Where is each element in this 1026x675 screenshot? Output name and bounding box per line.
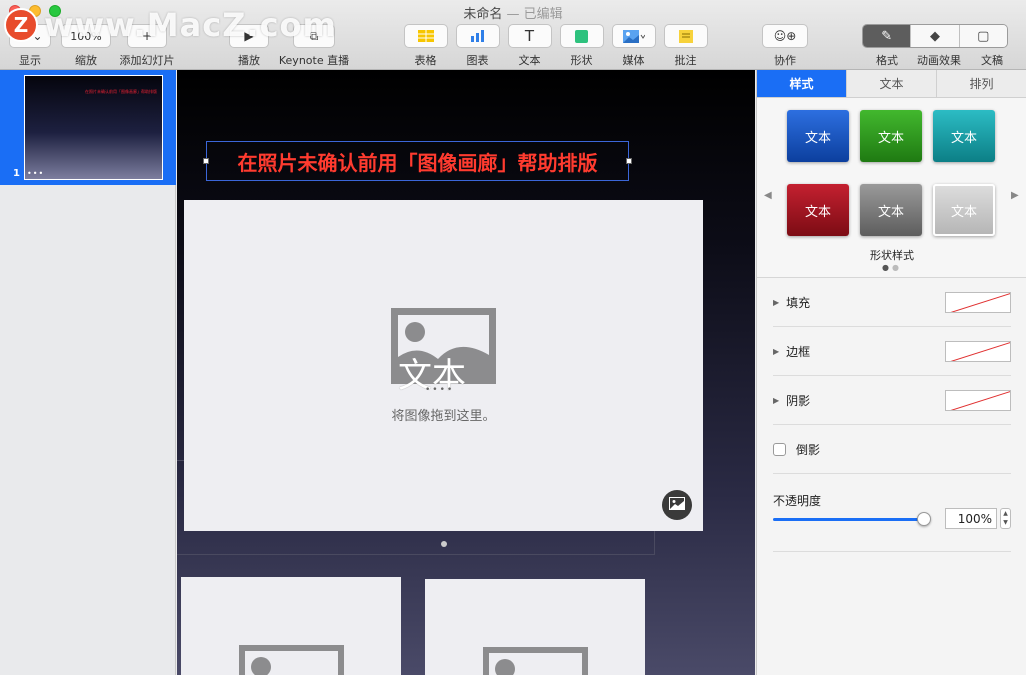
inspector-tabs: 样式 文本 排列 <box>757 70 1026 98</box>
disclosure-triangle-icon[interactable]: ▶ <box>773 347 779 356</box>
slide-more-dots[interactable]: ••• <box>27 169 44 178</box>
comment-icon <box>663 24 708 48</box>
watermark-text: www.MacZ.com <box>44 6 337 44</box>
shape-button[interactable]: 形状 <box>559 24 604 68</box>
slide-number: 1 <box>13 168 20 179</box>
text-button[interactable]: T 文本 <box>507 24 552 68</box>
image-placeholder-icon <box>239 645 344 675</box>
style-swatch-1[interactable]: 文本 <box>787 110 849 162</box>
fill-row[interactable]: ▶ 填充 <box>773 279 1011 327</box>
thumbnail-title: 在照片未确认前用「图像画廊」帮助排版 <box>85 89 157 94</box>
style-swatch-2[interactable]: 文本 <box>860 110 922 162</box>
placeholder-caption: 将图像拖到这里。 <box>391 409 496 424</box>
disclosure-triangle-icon[interactable]: ▶ <box>773 298 779 307</box>
watermark-logo: Z <box>4 8 38 42</box>
document-icon: ▢ <box>977 28 990 44</box>
animate-label: 动画效果 <box>917 54 961 67</box>
shadow-label: 阴影 <box>786 394 811 408</box>
zoom-label: 缩放 <box>75 54 97 67</box>
inspector-segmented-control: ✎ ◆ ▢ <box>862 24 1008 48</box>
media-button[interactable]: 媒体 <box>611 24 656 68</box>
chevron-right-icon[interactable]: ▶ <box>1011 190 1019 201</box>
paintbrush-icon: ✎ <box>881 28 893 44</box>
shadow-color-well[interactable] <box>945 390 1011 411</box>
media-icon <box>611 24 656 48</box>
comment-label: 批注 <box>674 54 697 67</box>
watermark: Z www.MacZ.com <box>4 6 337 44</box>
image-placeholder-icon <box>483 647 588 675</box>
play-label: 播放 <box>238 54 260 67</box>
slide-title-box[interactable]: 在照片未确认前用「图像画廊」帮助排版 <box>206 141 629 181</box>
animate-tab-button[interactable]: ◆ <box>911 25 960 47</box>
keynote-live-label: Keynote 直播 <box>278 54 350 67</box>
style-swatch-3[interactable]: 文本 <box>933 110 995 162</box>
slide-title: 在照片未确认前用「图像画廊」帮助排版 <box>237 150 598 175</box>
collaborate-button[interactable]: ☺⊕ 协作 <box>761 24 809 68</box>
tab-style[interactable]: 样式 <box>757 70 847 97</box>
opacity-field[interactable]: 100% <box>945 508 997 529</box>
fill-color-well[interactable] <box>945 292 1011 313</box>
opacity-label: 不透明度 <box>773 494 822 508</box>
fill-label: 填充 <box>786 296 811 310</box>
format-inspector: 样式 文本 排列 ◀ ▶ 文本 文本 文本 文本 文本 文本 形状样式 ●● ▶… <box>756 70 1026 675</box>
style-swatch-4[interactable]: 文本 <box>787 184 849 236</box>
collaborate-icon: ☺⊕ <box>762 24 808 48</box>
chart-button[interactable]: 图表 <box>455 24 500 68</box>
reflection-label: 倒影 <box>796 443 821 457</box>
shadow-row[interactable]: ▶ 阴影 <box>773 377 1011 425</box>
media-label: 媒体 <box>622 54 645 67</box>
add-slide-label: 添加幻灯片 <box>119 54 175 67</box>
style-swatch-6[interactable]: 文本 <box>933 184 995 236</box>
chart-icon <box>455 24 500 48</box>
format-tab-button[interactable]: ✎ <box>863 25 912 47</box>
tab-arrange[interactable]: 排列 <box>937 70 1026 97</box>
selection-center-handle[interactable] <box>441 541 447 547</box>
format-label: 格式 <box>876 54 898 67</box>
text-icon: T <box>507 24 552 48</box>
image-placeholder-2[interactable] <box>181 577 401 675</box>
opacity-slider-track[interactable] <box>773 518 925 521</box>
page-dots[interactable]: ●● <box>882 263 902 272</box>
text-label: 文本 <box>518 54 541 67</box>
comment-button[interactable]: 批注 <box>663 24 708 68</box>
image-placeholder-main[interactable]: 文本 •••• 将图像拖到这里。 <box>184 200 703 531</box>
styles-caption: 形状样式 <box>870 249 914 262</box>
opacity-slider-knob[interactable] <box>917 512 931 526</box>
slide-thumbnail[interactable]: 在照片未确认前用「图像画廊」帮助排版 <box>24 75 163 180</box>
collaborate-label: 协作 <box>774 54 796 67</box>
style-swatch-5[interactable]: 文本 <box>860 184 922 236</box>
border-label: 边框 <box>786 345 811 359</box>
border-row[interactable]: ▶ 边框 <box>773 328 1011 376</box>
table-icon <box>403 24 448 48</box>
document-tab-button[interactable]: ▢ <box>959 25 1007 47</box>
shape-icon <box>559 24 604 48</box>
slide-canvas[interactable]: 在照片未确认前用「图像画廊」帮助排版 文本 •••• 将图像拖到这里。 <box>177 70 755 675</box>
animate-diamond-icon: ◆ <box>929 28 940 44</box>
resize-handle-left[interactable] <box>203 158 209 164</box>
reflection-row: 倒影 <box>773 426 1011 474</box>
table-button[interactable]: 表格 <box>403 24 448 68</box>
chevron-left-icon[interactable]: ◀ <box>764 190 772 201</box>
opacity-stepper[interactable]: ▲ ▼ <box>1000 508 1011 529</box>
image-icon <box>669 497 685 513</box>
chart-label: 图表 <box>466 54 489 67</box>
slide-navigator: 在照片未确认前用「图像画廊」帮助排版 1 ••• <box>0 70 176 675</box>
shape-label: 形状 <box>570 54 593 67</box>
reflection-checkbox[interactable] <box>773 443 786 456</box>
table-label: 表格 <box>414 54 437 67</box>
disclosure-triangle-icon[interactable]: ▶ <box>773 396 779 405</box>
tab-text[interactable]: 文本 <box>847 70 937 97</box>
resize-handle-right[interactable] <box>626 158 632 164</box>
image-placeholder-3[interactable] <box>425 579 645 675</box>
document-label: 文稿 <box>981 54 1003 67</box>
slide-thumbnail-selected[interactable]: 在照片未确认前用「图像画廊」帮助排版 1 ••• <box>0 70 176 185</box>
media-replace-button[interactable] <box>662 490 692 520</box>
placeholder-dots: •••• <box>425 385 455 395</box>
view-label: 显示 <box>19 54 41 67</box>
border-color-well[interactable] <box>945 341 1011 362</box>
opacity-section: 不透明度 100% ▲ ▼ <box>773 490 1011 552</box>
